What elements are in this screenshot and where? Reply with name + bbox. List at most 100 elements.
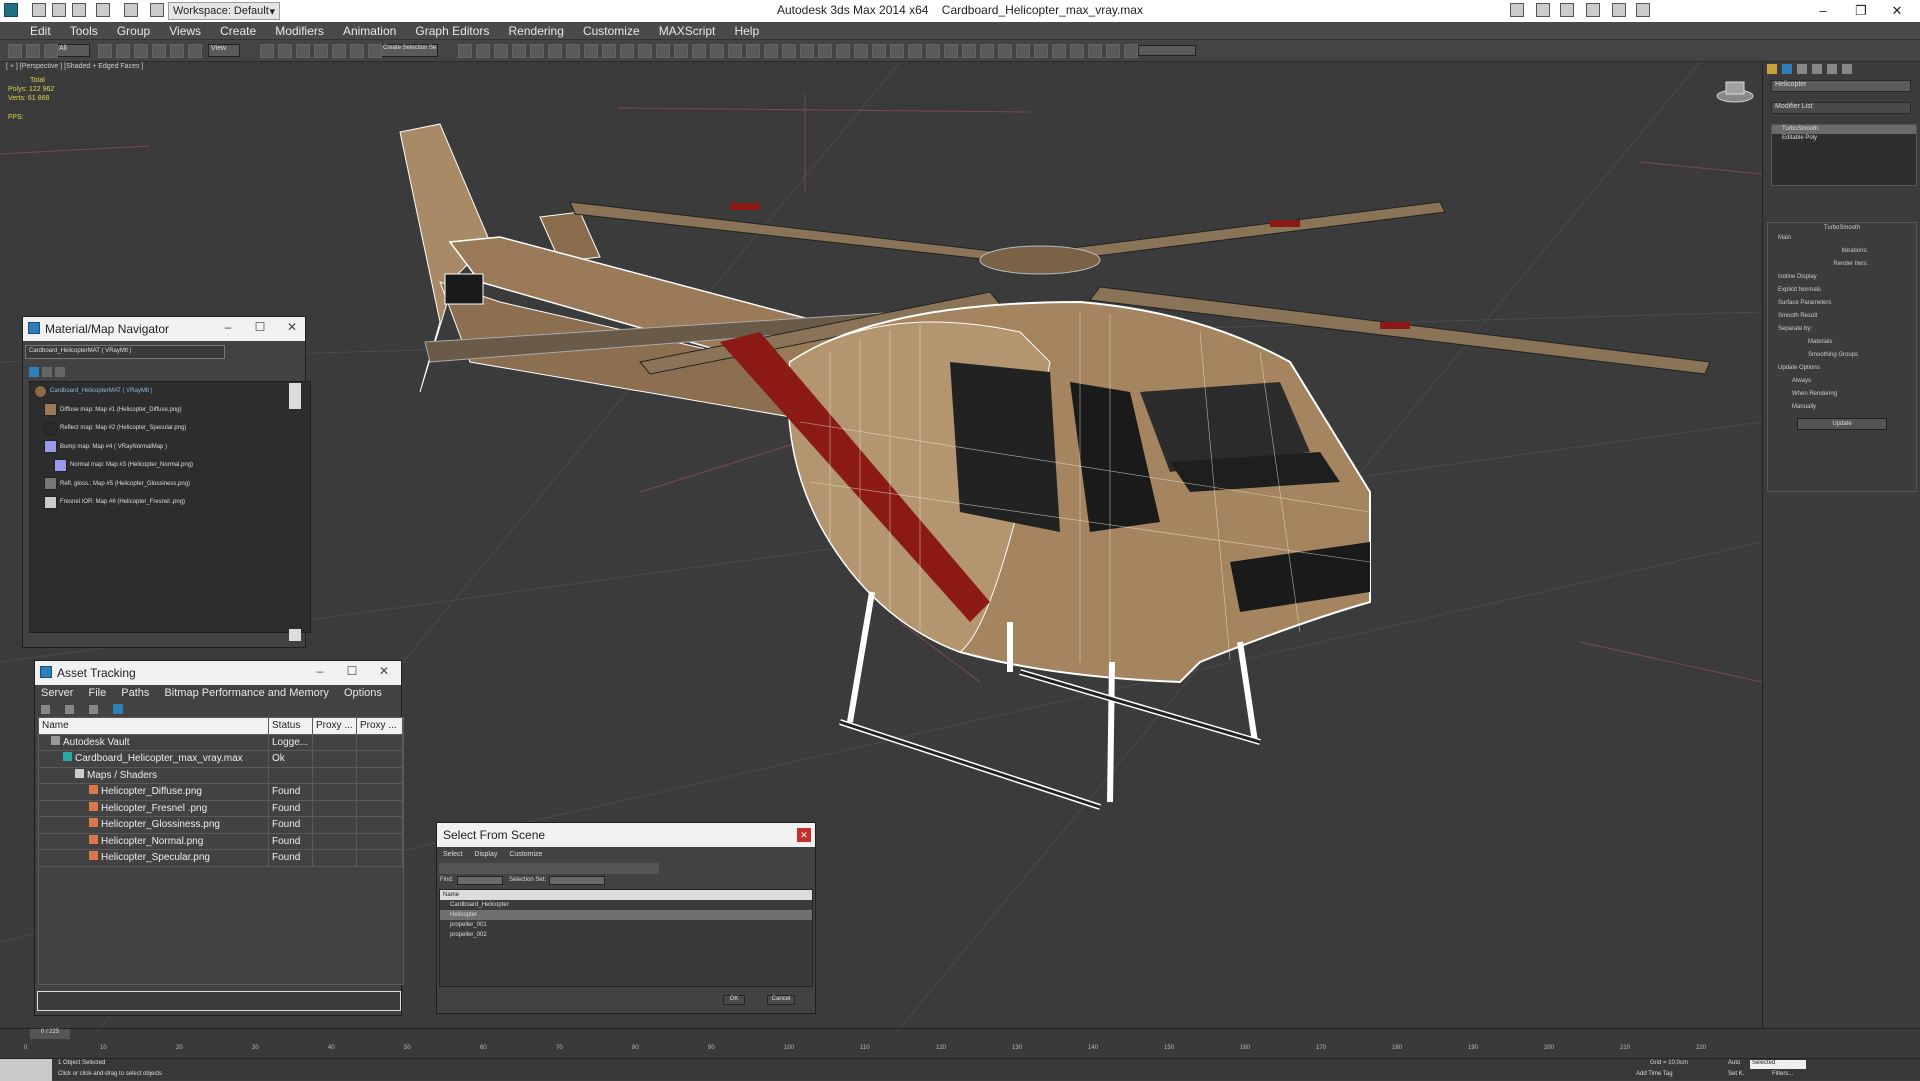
materials-checkbox[interactable]: Materials — [1768, 337, 1916, 350]
always-radio[interactable]: Always — [1768, 376, 1916, 389]
maxscript-listener[interactable] — [0, 1059, 52, 1081]
menu-item[interactable]: Views — [161, 22, 209, 38]
toolbar-tool-icon[interactable] — [656, 44, 670, 58]
toolbar-tool-icon[interactable] — [1052, 44, 1066, 58]
minimize-button[interactable]: – — [305, 664, 335, 678]
column-header-proxy[interactable]: Proxy ... — [357, 718, 403, 734]
toolbar-tool-icon[interactable] — [458, 44, 472, 58]
smooth-result-checkbox[interactable]: Smooth Result — [1768, 311, 1916, 324]
hierarchy-tab-icon[interactable] — [1797, 64, 1808, 74]
selection-filter-dropdown[interactable]: All — [56, 44, 90, 57]
toolbar-tool-icon[interactable] — [1034, 44, 1048, 58]
toolbar-tool-icon[interactable] — [350, 44, 364, 58]
menu-item[interactable]: Customize — [509, 851, 542, 858]
maximize-button[interactable]: ☐ — [245, 320, 275, 334]
filters-button[interactable]: Filters... — [1772, 1071, 1793, 1077]
list-item[interactable]: propeller_002 — [440, 930, 812, 940]
menu-item[interactable]: Group — [109, 22, 158, 38]
set-key-button[interactable]: Set K. — [1728, 1071, 1744, 1077]
large-icons-icon[interactable] — [55, 367, 66, 377]
explicit-normals-checkbox[interactable]: Explicit Normals — [1768, 285, 1916, 298]
refresh-icon[interactable] — [41, 705, 50, 714]
motion-tab-icon[interactable] — [1812, 64, 1823, 74]
render-iters-spinner[interactable]: Render Iters: — [1768, 259, 1916, 272]
asset-path-field[interactable] — [37, 991, 401, 1011]
toolbar-tool-icon[interactable] — [782, 44, 796, 58]
list-item[interactable]: propeller_001 — [440, 920, 812, 930]
close-button[interactable]: ✕ — [1874, 0, 1920, 22]
toolbar-tool-icon[interactable] — [314, 44, 328, 58]
toolbar-tool-icon[interactable] — [566, 44, 580, 58]
tree-icon[interactable] — [89, 705, 99, 714]
toolbar-tool-icon[interactable] — [1106, 44, 1120, 58]
window-caption[interactable]: Material/Map Navigator – ☐ ✕ — [23, 317, 305, 341]
iterations-spinner[interactable]: Iterations: — [1768, 246, 1916, 259]
menu-item[interactable]: File — [82, 687, 112, 699]
key-filter-dropdown[interactable]: Selected — [1750, 1060, 1806, 1069]
add-time-tag-button[interactable]: Add Time Tag — [1636, 1071, 1673, 1077]
toolbar-tool-icon[interactable] — [746, 44, 760, 58]
toolbar-tool-icon[interactable] — [44, 44, 58, 58]
tree-item[interactable]: Reflect map: Map #2 (Helicopter_Specular… — [30, 419, 310, 438]
toolbar-tool-icon[interactable] — [8, 44, 22, 58]
list-item[interactable]: Cardboard_Helicopter — [440, 900, 812, 910]
close-button[interactable]: ✕ — [369, 664, 399, 678]
view-mode-buttons[interactable] — [29, 367, 73, 377]
toolbar-tool-icon[interactable] — [674, 44, 688, 58]
infocenter-search-icon[interactable] — [1510, 3, 1524, 17]
close-button[interactable]: ✕ — [277, 320, 307, 334]
object-name-field[interactable]: Helicopter — [1771, 80, 1911, 92]
table-view-icon[interactable] — [113, 704, 124, 714]
toolbar-tool-icon[interactable] — [1124, 44, 1138, 58]
menu-item[interactable]: Bitmap Performance and Memory — [158, 687, 334, 699]
menu-item[interactable]: Animation — [335, 22, 404, 38]
table-row[interactable]: Helicopter_Specular.png Found — [39, 850, 403, 867]
window-caption[interactable]: Select From Scene ✕ — [437, 823, 815, 847]
menu-item[interactable]: Help — [726, 22, 767, 38]
tree-item[interactable]: Refl. gloss.: Map #5 (Helicopter_Glossin… — [30, 475, 310, 494]
list-icon[interactable] — [65, 705, 75, 714]
toolbar-tool-icon[interactable] — [710, 44, 724, 58]
tree-item[interactable]: Cardboard_HelicopterMAT ( VRayMtl ) — [30, 382, 310, 401]
toolbar-tool-icon[interactable] — [512, 44, 526, 58]
menu-item[interactable]: Customize — [575, 22, 648, 38]
toolbar-tool-icon[interactable] — [584, 44, 598, 58]
modifier-stack-item[interactable]: Editable Poly — [1772, 134, 1916, 143]
toolbar-tool-icon[interactable] — [26, 44, 40, 58]
filter-toolbar[interactable] — [439, 863, 659, 874]
find-input[interactable] — [457, 876, 503, 885]
table-row[interactable]: Helicopter_Glossiness.png Found — [39, 817, 403, 834]
cancel-button[interactable]: Cancel — [767, 995, 795, 1005]
tree-item[interactable]: Bump map: Map #4 ( VRayNormalMap ) — [30, 438, 310, 457]
smoothing-groups-checkbox[interactable]: Smoothing Groups — [1768, 350, 1916, 363]
menu-item[interactable]: Rendering — [501, 22, 572, 38]
tree-item[interactable]: Normal map: Map #3 (Helicopter_Normal.pn… — [30, 456, 310, 475]
menu-item[interactable]: Edit — [0, 22, 59, 38]
toolbar-tool-icon[interactable] — [530, 44, 544, 58]
table-row[interactable]: Maps / Shaders — [39, 767, 403, 784]
toolbar-tool-icon[interactable] — [944, 44, 958, 58]
table-row[interactable]: Cardboard_Helicopter_max_vray.max Ok — [39, 751, 403, 768]
binoculars-icon[interactable] — [1536, 3, 1550, 17]
menu-item[interactable]: Create — [212, 22, 264, 38]
toolbar-tool-icon[interactable] — [152, 44, 166, 58]
modifier-stack-item[interactable]: TurboSmooth — [1772, 125, 1916, 134]
toolbar-tool-icon[interactable] — [332, 44, 346, 58]
toolbar-tool-icon[interactable] — [980, 44, 994, 58]
column-header-proxy[interactable]: Proxy ... — [313, 718, 357, 734]
toolbar-tool-icon[interactable] — [872, 44, 886, 58]
toolbar-tool-icon[interactable] — [170, 44, 184, 58]
help-icon[interactable] — [1636, 3, 1650, 17]
modify-tab-icon[interactable] — [1782, 64, 1793, 74]
isoline-display-checkbox[interactable]: Isoline Display — [1768, 272, 1916, 285]
viewport-label[interactable]: [ + ] [Perspective ] [Shaded + Edged Fac… — [6, 63, 143, 70]
table-row[interactable]: Autodesk Vault Logge... — [39, 734, 403, 751]
toolbar-tool-icon[interactable] — [620, 44, 634, 58]
minimize-button[interactable]: – — [213, 320, 243, 334]
toolbar-tool-icon[interactable] — [926, 44, 940, 58]
toolbar-extra-dropdown[interactable] — [1138, 45, 1196, 56]
menu-item[interactable]: Paths — [115, 687, 155, 699]
toolbar-tool-icon[interactable] — [134, 44, 148, 58]
modifier-list-dropdown[interactable]: Modifier List — [1771, 102, 1911, 114]
list-item[interactable]: Helicopter — [440, 910, 812, 920]
